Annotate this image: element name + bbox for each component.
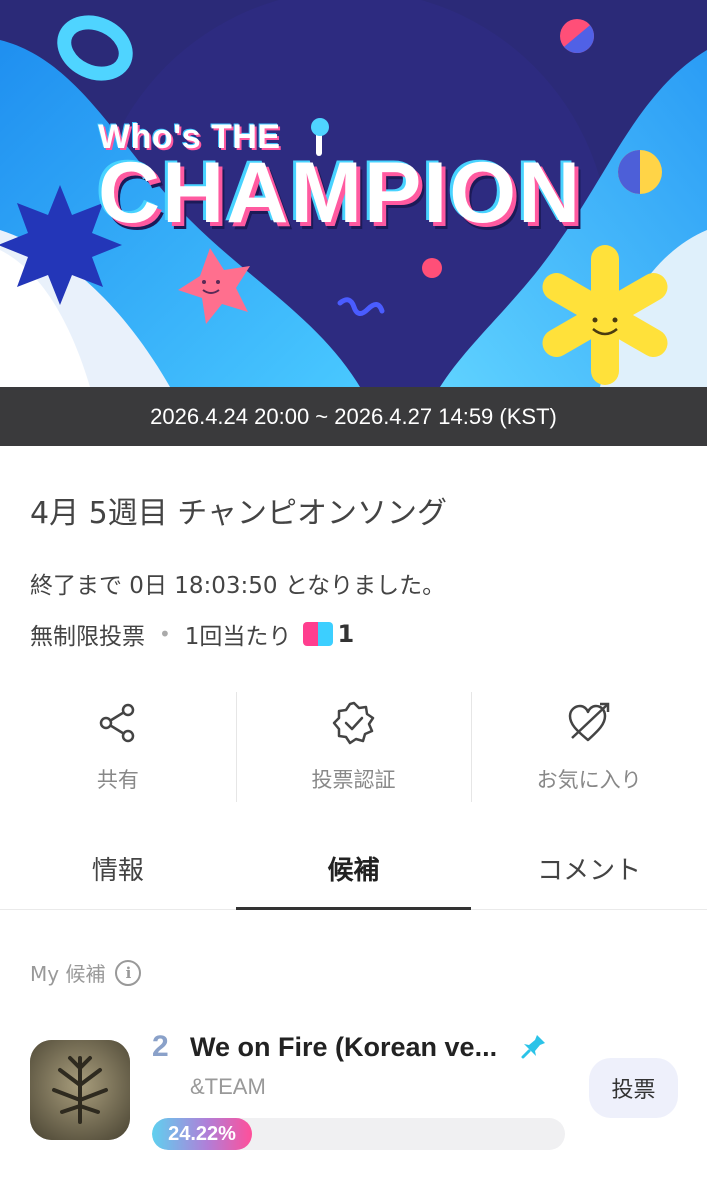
vote-rule-label: 無制限投票 xyxy=(30,624,145,650)
tab-candidates[interactable]: 候補 xyxy=(235,828,472,910)
banner: Who's THE CHAMPION xyxy=(0,0,707,387)
song-title: We on Fire (Korean ve... xyxy=(190,1032,498,1062)
my-candidates-label: My 候補 xyxy=(30,962,106,986)
vote-button[interactable]: 投票 xyxy=(589,1058,678,1118)
share-label: 共有 xyxy=(96,768,139,792)
countdown-text: 終了まで 0日 18:03:50 となりました。 xyxy=(30,573,446,599)
candidate-row: 2 We on Fire (Korean ve... &TEAM 24.22% … xyxy=(0,1030,707,1170)
share-button[interactable]: 共有 xyxy=(0,692,236,802)
vote-percent: 24.22% xyxy=(168,1122,236,1145)
separator-dot: • xyxy=(159,622,171,646)
banner-title-big: CHAMPION xyxy=(98,145,583,241)
favorite-button[interactable]: お気に入り xyxy=(471,692,707,802)
vote-verify-button[interactable]: 投票認証 xyxy=(235,692,472,802)
artist-name: &TEAM xyxy=(190,1074,266,1099)
my-candidates-header: My 候補 i xyxy=(30,958,142,987)
pin-icon[interactable] xyxy=(520,1032,548,1060)
rank-number: 2 xyxy=(152,1030,169,1063)
action-row: 共有 投票認証 お気に入り xyxy=(0,692,707,802)
album-art xyxy=(30,1040,130,1140)
per-vote-label: 1回当たり xyxy=(184,624,292,650)
tab-comments[interactable]: コメント xyxy=(471,828,707,909)
vote-progress-bar: 24.22% xyxy=(152,1118,565,1150)
verified-badge-icon xyxy=(332,701,374,745)
vote-verify-label: 投票認証 xyxy=(311,768,396,792)
vote-cost: 1 xyxy=(337,620,355,648)
tab-info[interactable]: 情報 xyxy=(0,828,236,909)
share-icon xyxy=(99,703,135,743)
vote-rule: 無制限投票 • 1回当たり 1 xyxy=(30,617,354,651)
vote-period: 2026.4.24 20:00 ~ 2026.4.27 14:59 (KST) xyxy=(0,387,707,446)
favorite-label: お気に入り xyxy=(536,768,642,792)
vote-progress-fill: 24.22% xyxy=(152,1118,253,1150)
coin-icon xyxy=(303,622,334,646)
tab-bar: 情報 候補 コメント xyxy=(0,828,707,910)
info-icon[interactable]: i xyxy=(115,959,142,986)
vote-title: 4月 5週目 チャンピオンソング xyxy=(30,496,447,531)
heart-arrow-icon xyxy=(568,702,610,742)
